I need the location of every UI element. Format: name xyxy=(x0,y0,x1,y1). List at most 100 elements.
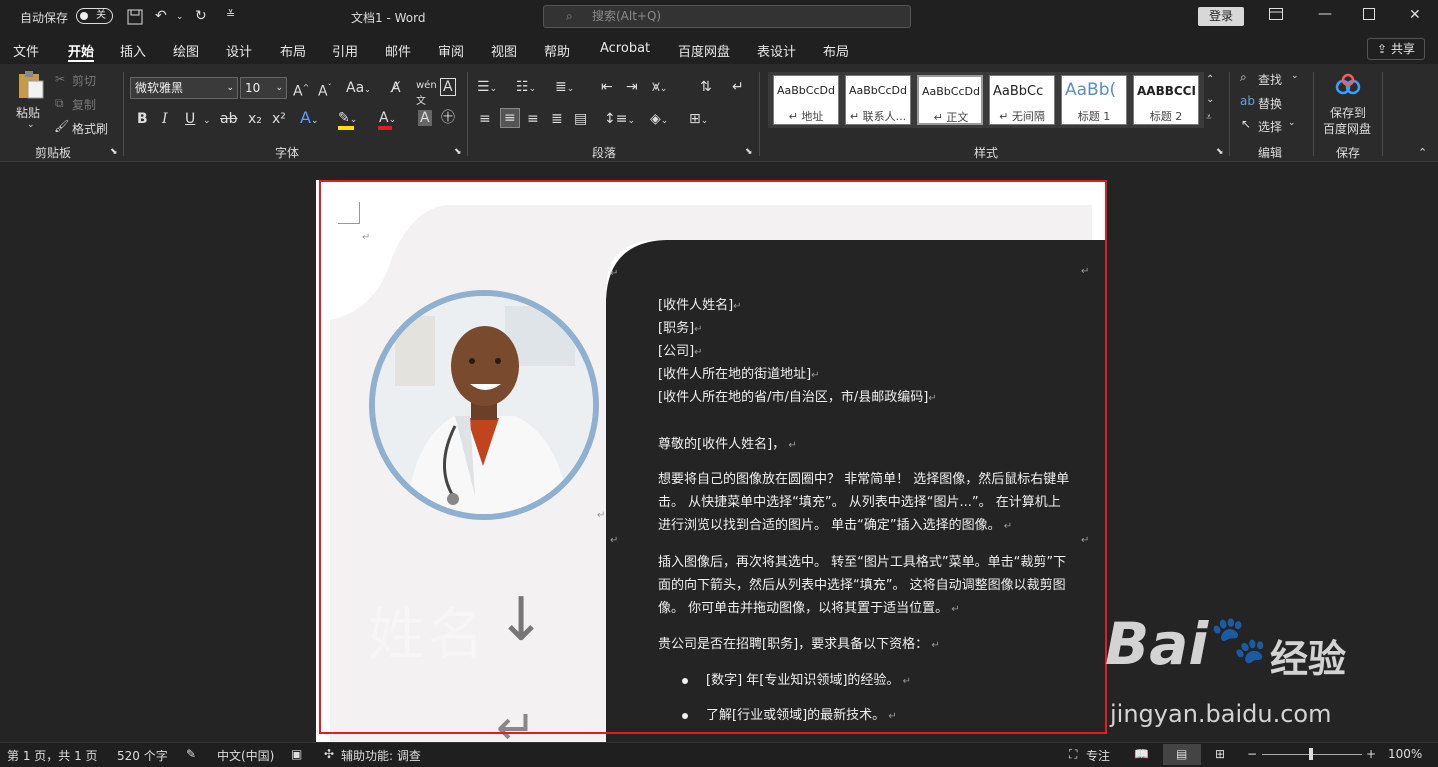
chinese-layout-icon[interactable]: ⩙⌄ xyxy=(652,79,667,97)
zoom-out-icon[interactable]: − xyxy=(1247,747,1257,761)
shrink-font-icon[interactable]: Aˇ xyxy=(318,80,332,100)
font-size-select[interactable]: 10 ⌄ xyxy=(240,77,287,99)
line-spacing-icon[interactable]: ↕≡⌄ xyxy=(604,111,635,129)
tab-baidu-netdisk[interactable]: 百度网盘 xyxy=(678,41,730,60)
font-name-select[interactable]: 微软雅黑 ⌄ xyxy=(130,77,238,99)
track-changes-icon[interactable]: ▣ xyxy=(291,747,302,761)
tab-view[interactable]: 视图 xyxy=(491,41,517,60)
paragraph-launcher-icon[interactable]: ⬊ xyxy=(745,147,753,157)
read-mode-icon[interactable]: 📖 xyxy=(1134,747,1149,761)
sort-icon[interactable]: ⇅ xyxy=(700,79,712,95)
numbering-icon[interactable]: ☷⌄ xyxy=(516,79,536,97)
character-shading-icon[interactable]: A xyxy=(418,110,432,126)
login-button[interactable]: 登录 xyxy=(1198,7,1244,26)
paste-button[interactable]: 粘贴 xyxy=(16,104,40,121)
format-painter-button[interactable]: 格式刷 xyxy=(72,120,108,137)
focus-mode-button[interactable]: 专注 xyxy=(1086,747,1110,764)
tab-file[interactable]: 文件 xyxy=(13,41,39,60)
character-border-icon[interactable]: A xyxy=(440,78,456,96)
web-layout-icon[interactable]: ⊞ xyxy=(1215,747,1225,761)
baidu-netdisk-icon[interactable] xyxy=(1335,73,1361,100)
tab-table-layout[interactable]: 布局 xyxy=(823,41,849,60)
enclose-characters-icon[interactable]: ㊉ xyxy=(441,110,455,126)
word-count[interactable]: 520 个字 xyxy=(117,747,168,764)
tab-insert[interactable]: 插入 xyxy=(120,41,146,60)
page-count[interactable]: 第 1 页，共 1 页 xyxy=(7,747,98,764)
font-launcher-icon[interactable]: ⬊ xyxy=(454,147,462,157)
align-right-icon[interactable]: ≡ xyxy=(527,111,539,127)
superscript-button[interactable]: x² xyxy=(272,111,286,127)
align-left-icon[interactable]: ≡ xyxy=(479,111,491,127)
clipboard-launcher-icon[interactable]: ⬊ xyxy=(110,147,118,157)
decrease-indent-icon[interactable]: ⇤ xyxy=(601,79,613,95)
show-marks-icon[interactable]: ↵ xyxy=(732,79,744,95)
shading-icon[interactable]: ◈⌄ xyxy=(650,111,668,129)
close-icon[interactable]: ✕ xyxy=(1409,7,1421,23)
style-normal[interactable]: AaBbCcDd ↵ 正文 xyxy=(917,75,983,125)
zoom-slider-thumb[interactable] xyxy=(1309,748,1313,760)
minimize-icon[interactable]: — xyxy=(1318,6,1332,22)
underline-button[interactable]: U xyxy=(185,111,195,127)
search-input[interactable]: ⌕ 搜索(Alt+Q) xyxy=(543,5,911,28)
justify-icon[interactable]: ≣ xyxy=(551,111,563,127)
find-button[interactable]: 查找 xyxy=(1258,71,1282,88)
maximize-icon[interactable] xyxy=(1363,8,1375,24)
accessibility-status[interactable]: 辅助功能: 调查 xyxy=(341,747,421,764)
styles-scroll-up-icon[interactable]: ⌃ xyxy=(1206,72,1214,88)
styles-launcher-icon[interactable]: ⬊ xyxy=(1216,147,1224,157)
italic-button[interactable]: I xyxy=(162,111,168,127)
bold-button[interactable]: B xyxy=(137,111,148,127)
cut-button[interactable]: 剪切 xyxy=(72,72,96,89)
styles-scroll-down-icon[interactable]: ⌄ xyxy=(1206,92,1214,108)
copy-button[interactable]: 复制 xyxy=(72,96,96,113)
style-contact[interactable]: AaBbCcDd ↵ 联系人... xyxy=(845,75,911,125)
tab-layout[interactable]: 布局 xyxy=(280,41,306,60)
tab-mailings[interactable]: 邮件 xyxy=(385,41,411,60)
tab-review[interactable]: 审阅 xyxy=(438,41,464,60)
paste-dropdown-icon[interactable]: ⌄ xyxy=(27,120,35,130)
bullets-icon[interactable]: ☰⌄ xyxy=(477,79,497,97)
save-icon[interactable] xyxy=(127,9,143,29)
print-layout-icon[interactable]: ▤ xyxy=(1176,747,1187,761)
text-effects-icon[interactable]: A⌄ xyxy=(300,110,319,129)
subscript-button[interactable]: x₂ xyxy=(248,111,262,127)
style-heading-1[interactable]: AaBb(标题 1 xyxy=(1061,75,1127,125)
ribbon-display-icon[interactable] xyxy=(1269,8,1283,24)
increase-indent-icon[interactable]: ⇥ xyxy=(626,79,638,95)
save-to-netdisk-label1[interactable]: 保存到 xyxy=(1330,104,1366,121)
select-button[interactable]: 选择 xyxy=(1258,118,1282,135)
strikethrough-button[interactable]: ab xyxy=(220,111,237,127)
multilevel-list-icon[interactable]: ≣⌄ xyxy=(555,79,574,97)
tab-draw[interactable]: 绘图 xyxy=(173,41,199,60)
select-dropdown-icon[interactable]: ⌄ xyxy=(1288,118,1296,128)
replace-button[interactable]: 替换 xyxy=(1258,95,1282,112)
undo-dropdown-icon[interactable]: ⌄ xyxy=(176,9,184,25)
save-to-netdisk-label2[interactable]: 百度网盘 xyxy=(1323,120,1371,137)
grow-font-icon[interactable]: A^ xyxy=(293,80,309,100)
collapse-ribbon-icon[interactable]: ⌃ xyxy=(1418,146,1427,159)
proofing-icon[interactable]: ✎ xyxy=(186,747,196,761)
styles-more-icon[interactable]: ⩡ xyxy=(1206,110,1212,126)
style-address[interactable]: AaBbCcDd ↵ 地址 xyxy=(773,75,839,125)
autosave-toggle[interactable]: 关 xyxy=(76,8,113,24)
underline-dropdown-icon[interactable]: ⌄ xyxy=(203,113,211,129)
distributed-icon[interactable]: ▤ xyxy=(574,111,587,127)
tab-table-design[interactable]: 表设计 xyxy=(757,41,796,60)
tab-references[interactable]: 引用 xyxy=(332,41,358,60)
tab-home[interactable]: 开始 xyxy=(68,41,94,60)
clear-formatting-icon[interactable]: A̸ xyxy=(391,80,401,96)
change-case-icon[interactable]: Aa⌄ xyxy=(346,80,371,98)
tab-design[interactable]: 设计 xyxy=(226,41,252,60)
paste-icon[interactable] xyxy=(16,70,46,103)
find-dropdown-icon[interactable]: ⌄ xyxy=(1291,71,1299,81)
share-button[interactable]: ⇪ 共享 xyxy=(1367,38,1425,60)
style-no-spacing[interactable]: AaBbCc ↵ 无间隔 xyxy=(989,75,1055,125)
undo-icon[interactable]: ↶ xyxy=(155,8,167,24)
redo-icon[interactable]: ↻ xyxy=(195,8,207,24)
phonetic-guide-icon[interactable]: wén 文 xyxy=(416,78,437,110)
tab-help[interactable]: 帮助 xyxy=(544,41,570,60)
tab-acrobat[interactable]: Acrobat xyxy=(600,41,650,56)
borders-icon[interactable]: ⊞⌄ xyxy=(689,111,708,129)
align-center-icon[interactable]: ≡ xyxy=(500,108,520,128)
style-heading-2[interactable]: AABBCCI 标题 2 xyxy=(1133,75,1199,125)
